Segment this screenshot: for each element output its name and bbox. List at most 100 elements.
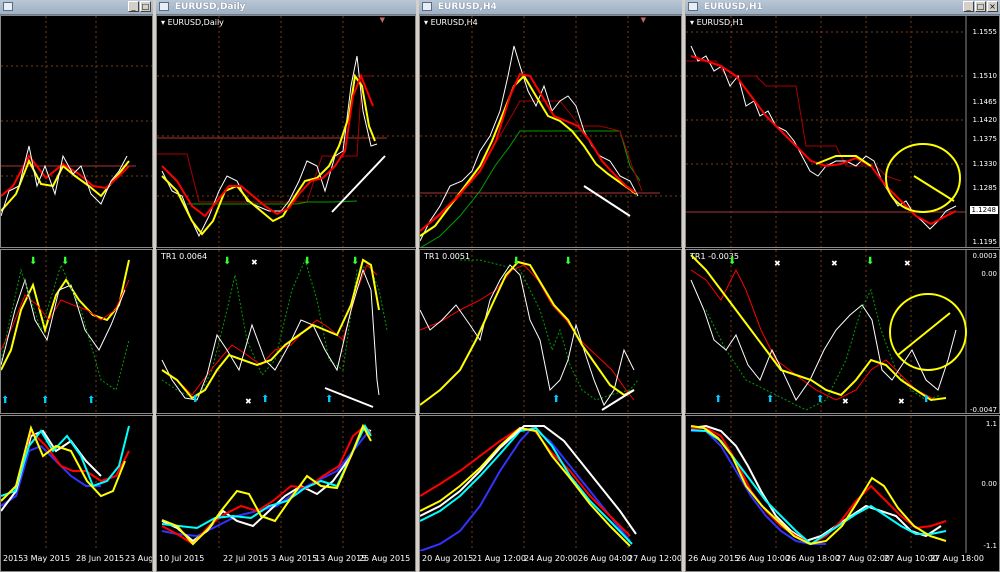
price-pane[interactable]: ▾ EURUSD,H4 ▼ (419, 15, 682, 248)
time-axis: 20 Aug 2015 21 Aug 12:00 24 Aug 20:00 26… (420, 551, 681, 571)
price-pane[interactable] (0, 15, 153, 248)
time-tick: 28 Jun 2015 (76, 554, 125, 563)
time-tick: 26 Aug 2015 (688, 554, 740, 563)
down-arrow-icon: ⬇ (29, 256, 38, 267)
time-tick: 26 Aug 04:00 (578, 554, 632, 563)
price-tick: 1.1195 (972, 238, 998, 246)
time-tick: 27 Aug 18:00 (930, 554, 984, 563)
window-icon (688, 2, 698, 11)
osc-tick: 0.00 (981, 270, 997, 278)
time-tick: 20 Aug 2015 (422, 554, 474, 563)
stochastic-pane[interactable]: 2015 3 May 2015 28 Jun 2015 23 Aug (0, 415, 153, 572)
highlight-circle (885, 143, 961, 213)
time-tick: 26 Aug 10:00 (736, 554, 790, 563)
price-tick: 1.1555 (972, 28, 998, 36)
stochastic-pane[interactable]: 1.1 0.00 -1.1 26 Aug 2015 26 Aug 10:00 2… (685, 415, 1000, 572)
price-chart-svg (1, 16, 152, 247)
down-arrow-icon: ⬇ (351, 256, 360, 267)
time-tick: 3 Aug 2015 (271, 554, 318, 563)
window-title-bar[interactable]: EURUSD,H4 (419, 0, 682, 15)
chart-window-eurusd-h1[interactable]: EURUSD,H1 _ □ × ▾ EURUSD,H1 1.1555 1.151… (685, 0, 1000, 572)
chart-window-eurusd-daily[interactable]: EURUSD,Daily ▾ EURUSD,Daily ▼ TR1 0.0064 (156, 0, 416, 572)
cross-icon: ✖ (898, 397, 905, 406)
scroll-marker-icon: ▼ (379, 16, 385, 24)
down-arrow-icon: ⬇ (61, 256, 70, 267)
up-arrow-icon: ⬆ (87, 395, 96, 406)
window-title: EURUSD,H4 (437, 2, 497, 12)
osc-tick: 0.0003 (972, 252, 998, 260)
window-title-bar[interactable]: _ □ (0, 0, 153, 15)
time-tick: 3 May 2015 (23, 554, 71, 563)
minimize-icon[interactable]: _ (963, 1, 974, 12)
trend-annotation-line (583, 185, 631, 217)
stoch-tick: -1.1 (983, 542, 997, 550)
minimize-icon[interactable]: _ (128, 1, 139, 12)
trend-annotation-line (913, 175, 955, 202)
down-arrow-icon: ⬇ (223, 256, 232, 267)
time-axis: 26 Aug 2015 26 Aug 10:00 26 Aug 18:00 27… (686, 551, 984, 571)
time-tick: 25 Aug 2015 (359, 554, 411, 563)
price-tick: 1.1420 (972, 116, 998, 124)
cross-icon: ✖ (251, 258, 258, 267)
time-tick: 27 Aug 02:00 (836, 554, 890, 563)
chart-window-eurusd-h4[interactable]: EURUSD,H4 ▾ EURUSD,H4 ▼ TR1 0.0051 ⬇ ⬇ ⬆… (419, 0, 682, 572)
trend-annotation-line (897, 312, 951, 356)
price-tick: 1.1285 (972, 184, 998, 192)
window-icon (3, 2, 13, 11)
time-tick: 2015 (3, 554, 24, 563)
maximize-icon[interactable]: □ (975, 1, 986, 12)
stochastic-pane[interactable]: 10 Jul 2015 22 Jul 2015 3 Aug 2015 13 Au… (156, 415, 416, 572)
window-title-bar[interactable]: EURUSD,H1 _ □ × (685, 0, 1000, 15)
up-arrow-icon: ⬆ (816, 394, 825, 405)
window-title-bar[interactable]: EURUSD,Daily (156, 0, 416, 15)
price-pane[interactable]: ▾ EURUSD,H1 1.1555 1.1510 1.1465 1.1420 … (685, 15, 1000, 248)
cross-icon: ✖ (831, 259, 838, 268)
window-title: EURUSD,Daily (174, 2, 246, 12)
down-arrow-icon: ⬇ (564, 256, 573, 267)
down-arrow-icon: ⬇ (303, 256, 312, 267)
oscillator-pane[interactable]: TR1 0.0064 ⬇ ✖ ⬇ ⬇ ⬆ ✖ ⬆ ⬆ (156, 249, 416, 414)
cross-icon: ✖ (774, 259, 781, 268)
time-tick: 26 Aug 18:00 (786, 554, 840, 563)
price-tick: 1.1375 (972, 135, 998, 143)
cross-icon: ✖ (245, 397, 252, 406)
current-price-label: 1.1248 (969, 206, 998, 214)
chart-window-1[interactable]: _ □ ⬇ ⬇ ⬆ ⬆ ⬆ 2015 3 May 2015 28 Jun 201… (0, 0, 153, 572)
time-tick: 21 Aug 12:00 (472, 554, 526, 563)
scroll-marker-icon: ▼ (640, 16, 646, 24)
stoch-tick: 0.00 (981, 480, 997, 488)
up-arrow-icon: ⬆ (191, 394, 200, 405)
down-arrow-icon: ⬇ (512, 256, 521, 267)
price-pane[interactable]: ▾ EURUSD,Daily ▼ (156, 15, 416, 248)
trend-annotation-line (331, 155, 386, 213)
price-tick: 1.1330 (972, 160, 998, 168)
maximize-icon[interactable]: □ (140, 1, 151, 12)
up-arrow-icon: ⬆ (41, 395, 50, 406)
time-axis: 2015 3 May 2015 28 Jun 2015 23 Aug (1, 551, 152, 571)
oscillator-pane[interactable]: TR1 -0.0035 ⬇ ✖ ✖ ⬇ ✖ ⬆ ⬆ ⬆ ✖ ✖ ⬆ 0.0003… (685, 249, 1000, 414)
time-tick: 24 Aug 20:00 (524, 554, 578, 563)
up-arrow-icon: ⬆ (261, 394, 270, 405)
up-arrow-icon: ⬆ (552, 394, 561, 405)
up-arrow-icon: ⬆ (325, 394, 334, 405)
time-axis: 10 Jul 2015 22 Jul 2015 3 Aug 2015 13 Au… (157, 551, 415, 571)
stochastic-pane[interactable]: 20 Aug 2015 21 Aug 12:00 24 Aug 20:00 26… (419, 415, 682, 572)
oscillator-pane[interactable]: ⬇ ⬇ ⬆ ⬆ ⬆ (0, 249, 153, 414)
up-arrow-icon: ⬆ (714, 394, 723, 405)
time-tick: 23 Aug (125, 554, 153, 563)
down-arrow-icon: ⬇ (866, 256, 875, 267)
oscillator-pane[interactable]: TR1 0.0051 ⬇ ⬇ ⬆ (419, 249, 682, 414)
window-icon (422, 2, 432, 11)
time-tick: 22 Jul 2015 (223, 554, 269, 563)
close-icon[interactable]: × (987, 1, 998, 12)
stoch-tick: 1.1 (985, 420, 997, 428)
down-arrow-icon: ⬇ (728, 256, 737, 267)
up-arrow-icon: ⬆ (1, 395, 10, 406)
time-tick: 27 Aug 12:00 (628, 554, 682, 563)
cross-icon: ✖ (842, 397, 849, 406)
up-arrow-icon: ⬆ (766, 394, 775, 405)
cross-icon: ✖ (904, 259, 911, 268)
window-icon (159, 2, 169, 11)
price-tick: 1.1465 (972, 98, 998, 106)
window-title: EURUSD,H1 (703, 2, 763, 12)
